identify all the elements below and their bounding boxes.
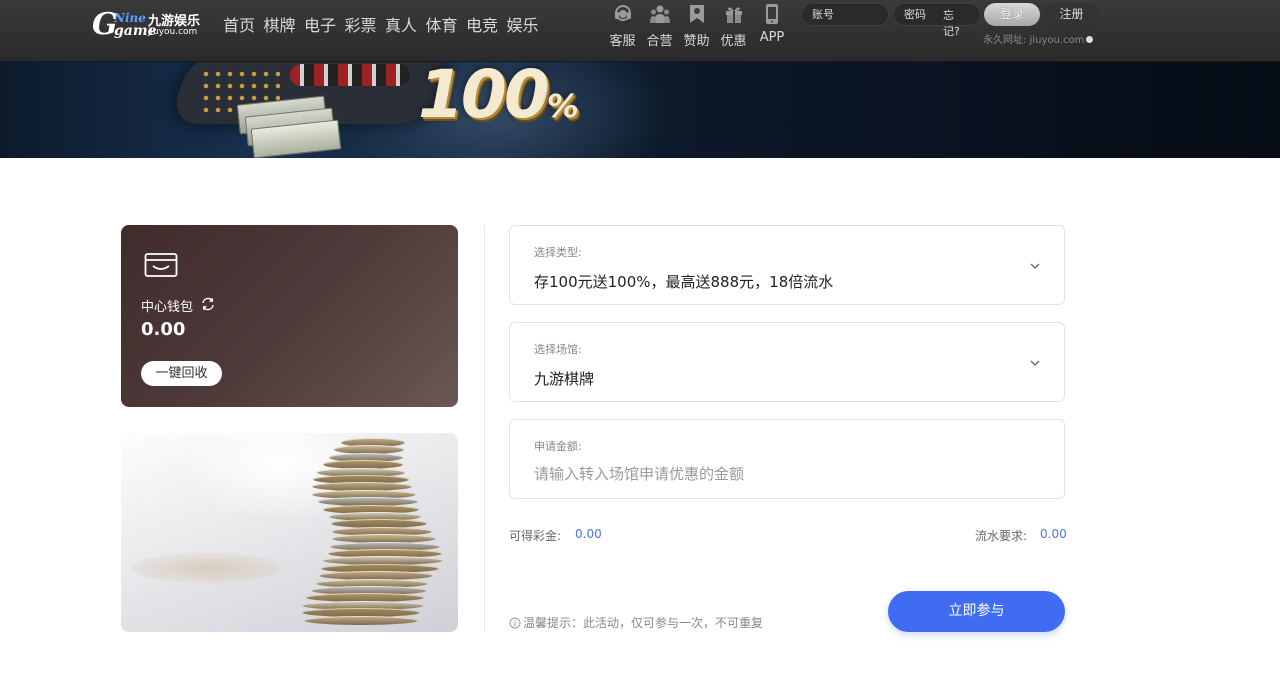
- sponsor-icon: [689, 5, 704, 23]
- tip-note: 温馨提示：此活动，仅可参与一次，不可重复: [509, 614, 763, 631]
- coin-graphic: [304, 615, 419, 625]
- nav-partners-label: 合营: [646, 34, 673, 49]
- nav-slots[interactable]: 电子: [304, 12, 345, 36]
- bonus-label: 可得彩金:: [509, 529, 562, 543]
- login-button[interactable]: 登录: [984, 3, 1040, 26]
- promo-type-select[interactable]: 选择类型: 存100元送100%，最高送888元，18倍流水: [509, 225, 1065, 305]
- info-icon: [509, 617, 521, 629]
- promo-type-label: 选择类型:: [534, 246, 582, 259]
- venue-label: 选择场馆:: [534, 343, 582, 356]
- venue-select[interactable]: 选择场馆: 九游棋牌: [509, 322, 1065, 402]
- refresh-icon[interactable]: [201, 297, 215, 311]
- permanent-url-text: 永久网址: jiuyou.com: [983, 35, 1085, 46]
- turnover-label: 流水要求:: [975, 529, 1028, 543]
- password-input[interactable]: 密码: [893, 3, 981, 26]
- join-now-button[interactable]: 立即参与: [888, 591, 1065, 632]
- promo-banner: 100%: [0, 62, 1280, 158]
- account-input[interactable]: 账号: [801, 3, 889, 26]
- nav-app-label: APP: [759, 30, 785, 45]
- wallet-title: 中心钱包: [141, 300, 194, 315]
- register-button[interactable]: 注册: [1044, 3, 1099, 26]
- nav-live[interactable]: 真人: [385, 12, 426, 36]
- url-dot-icon: [1086, 36, 1094, 43]
- partners-icon: [649, 5, 670, 23]
- nav-sponsor-label: 赞助: [683, 34, 710, 49]
- promo-type-value: 存100元送100%，最高送888元，18倍流水: [534, 273, 834, 291]
- nav-app[interactable]: APP: [752, 3, 792, 49]
- site-logo[interactable]: G Nine game 九游娱乐 jiuyou.com: [92, 7, 204, 42]
- wallet-icon: [144, 253, 178, 277]
- banner-percent-sign: %: [546, 87, 579, 125]
- top-header: G Nine game 九游娱乐 jiuyou.com 首页 棋牌 电子 彩票 …: [0, 0, 1280, 62]
- coins-image: [121, 433, 458, 632]
- icon-nav: 客服 合营 赞助 优惠 APP: [604, 3, 792, 49]
- chevron-down-icon: [1030, 263, 1040, 269]
- logo-domain: jiuyou.com: [148, 27, 198, 37]
- main-nav: 首页 棋牌 电子 彩票 真人 体育 电竞 娱乐: [223, 12, 547, 36]
- permanent-url: 永久网址: jiuyou.com: [983, 31, 1094, 46]
- chevron-down-icon: [1030, 360, 1040, 366]
- amount-label: 申请金额:: [534, 440, 582, 453]
- headset-icon: [614, 5, 631, 21]
- venue-value: 九游棋牌: [534, 370, 595, 388]
- nav-customer-service[interactable]: 客服: [604, 3, 641, 49]
- wallet-card: 中心钱包 0.00 一键回收: [121, 225, 458, 407]
- poker-chips-graphic: [290, 64, 410, 86]
- banner-percent-number: 100: [418, 62, 550, 133]
- recall-all-button[interactable]: 一键回收: [141, 361, 222, 386]
- nav-promotions[interactable]: 优惠: [715, 3, 752, 49]
- nav-home[interactable]: 首页: [223, 12, 264, 36]
- banner-percent-text: 100%: [418, 62, 579, 133]
- turnover-value: 0.00: [1040, 527, 1067, 541]
- amount-input[interactable]: [534, 463, 1014, 485]
- forgot-password-link[interactable]: 忘记?: [943, 7, 960, 39]
- coins-blur-graphic: [131, 553, 281, 583]
- gift-icon: [725, 7, 742, 23]
- nav-sponsor[interactable]: 赞助: [678, 3, 715, 49]
- nav-sports[interactable]: 体育: [426, 12, 467, 36]
- nav-customer-service-label: 客服: [609, 34, 636, 49]
- nav-esports[interactable]: 电竞: [466, 12, 507, 36]
- nav-partners[interactable]: 合营: [641, 3, 678, 49]
- password-placeholder: 密码: [904, 8, 926, 21]
- nav-promotions-label: 优惠: [720, 34, 747, 49]
- column-divider: [484, 225, 485, 632]
- nav-chess[interactable]: 棋牌: [264, 12, 305, 36]
- nav-lottery[interactable]: 彩票: [345, 12, 386, 36]
- bonus-value: 0.00: [575, 527, 602, 541]
- phone-icon: [766, 4, 778, 24]
- amount-field: 申请金额:: [509, 419, 1065, 499]
- wallet-balance: 0.00: [141, 319, 186, 340]
- nav-entertainment[interactable]: 娱乐: [507, 12, 548, 36]
- tip-text: 温馨提示：此活动，仅可参与一次，不可重复: [523, 616, 764, 630]
